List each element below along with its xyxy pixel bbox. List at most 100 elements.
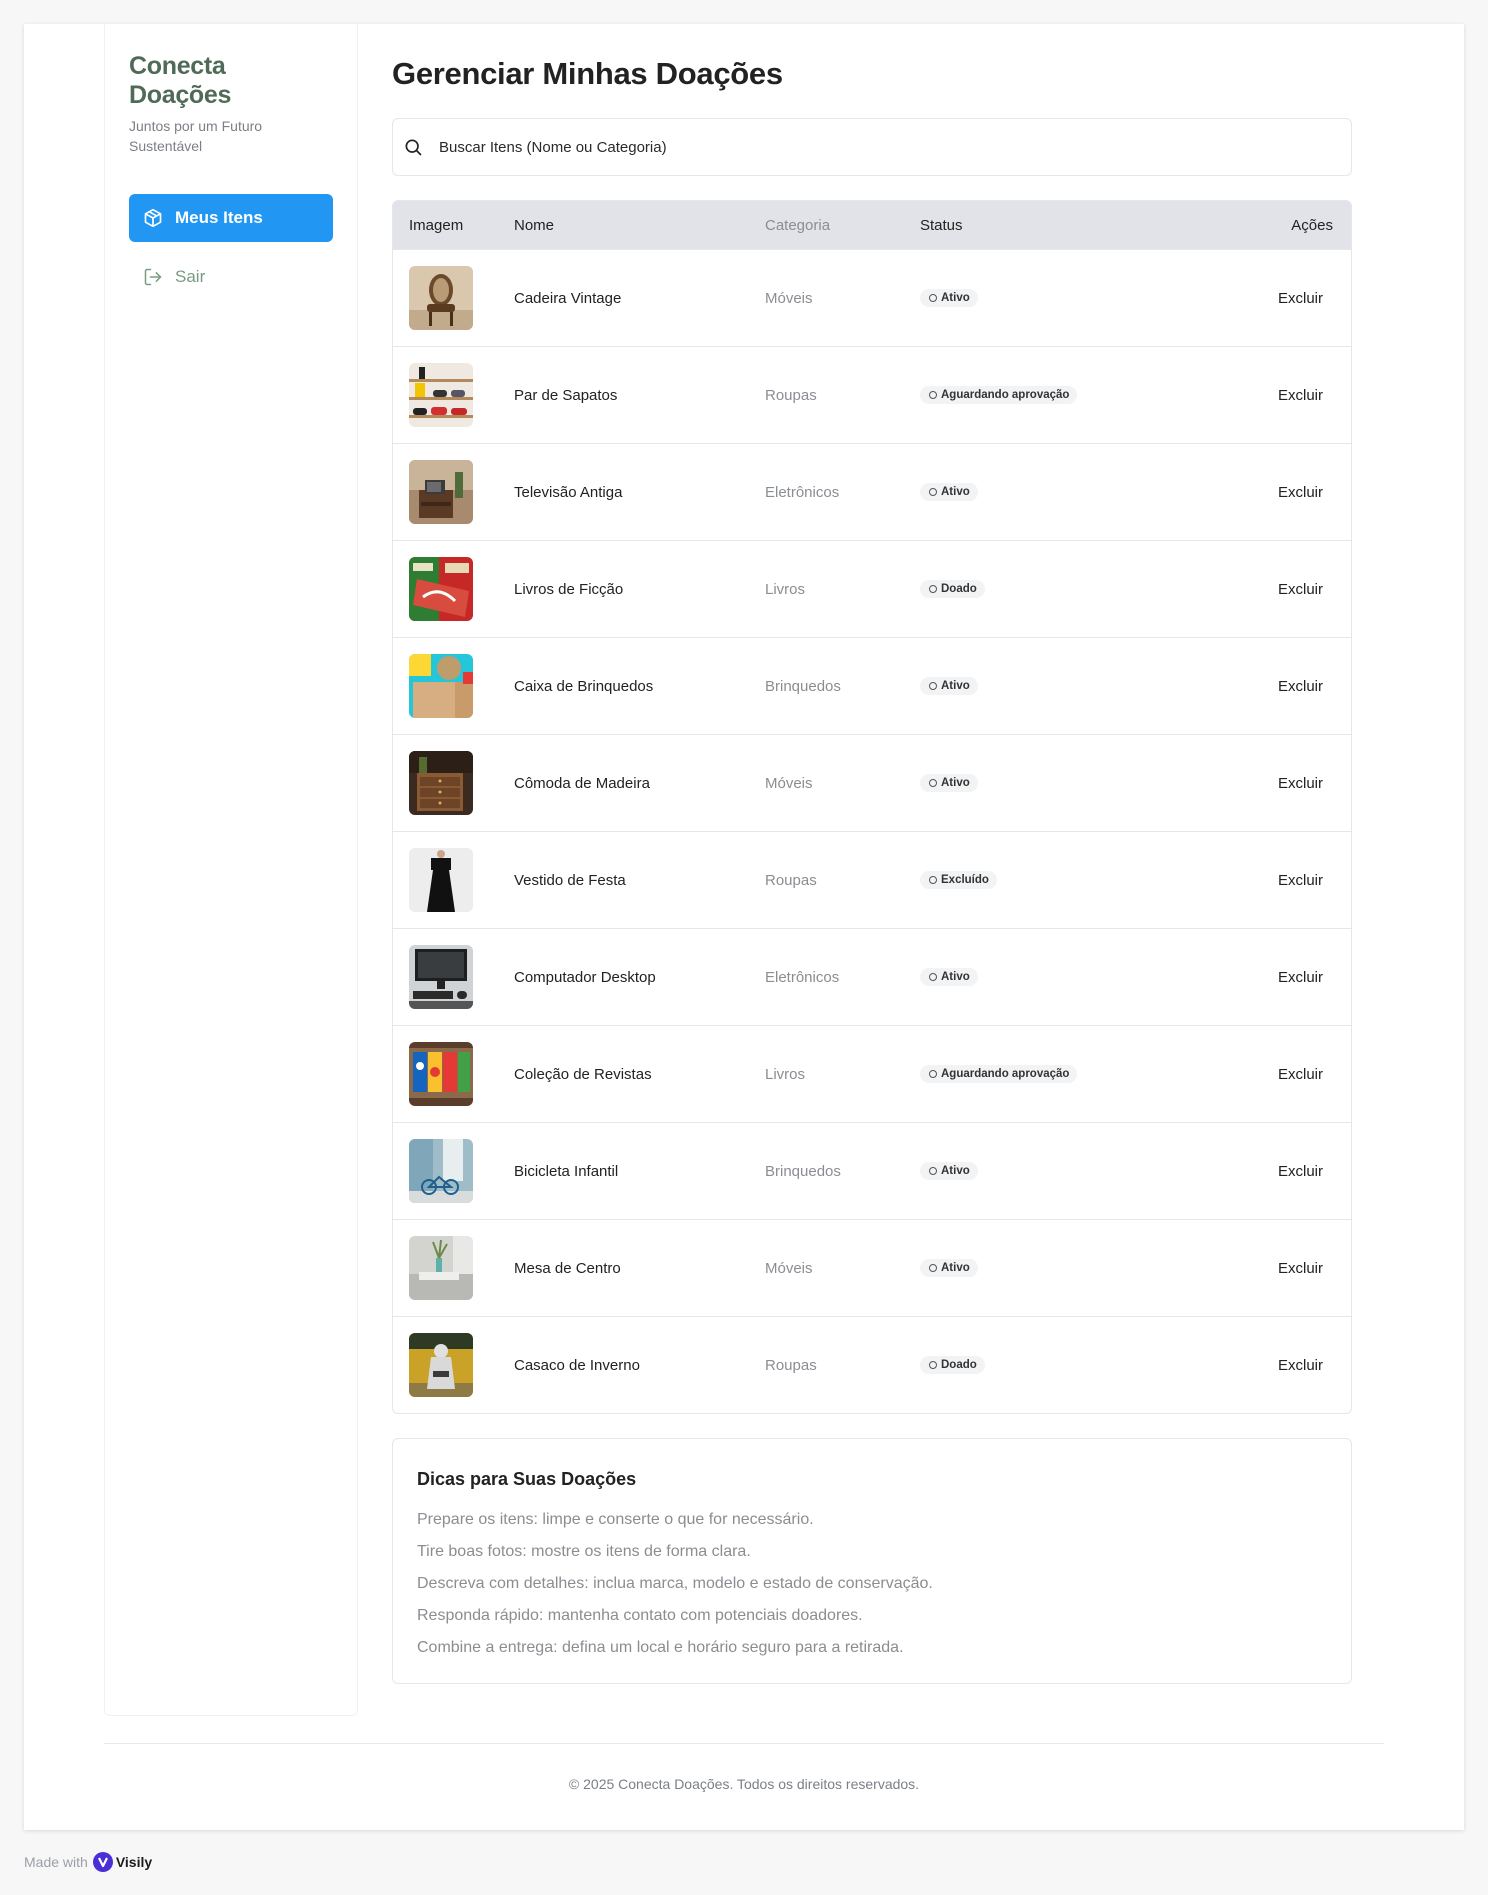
cell-image	[393, 1236, 514, 1300]
box-icon	[144, 208, 162, 228]
status-label: Excluído	[941, 874, 989, 886]
delete-button[interactable]: Excluir	[1180, 1163, 1351, 1180]
cell-category: Livros	[765, 580, 806, 598]
tip-item: Combine a entrega: defina um local e hor…	[417, 1639, 904, 1656]
status-badge: Excluído	[920, 871, 997, 889]
visily-logo-icon	[92, 1852, 113, 1872]
cell-name: Caixa de Brinquedos	[514, 677, 654, 695]
status-label: Ativo	[941, 486, 970, 498]
status-badge: Doado	[920, 580, 985, 598]
table-row: Cadeira Vintage Móveis Ativo Excluir	[393, 249, 1351, 346]
sidebar-item-label: Meus Itens	[175, 208, 263, 227]
cell-image	[393, 1139, 514, 1203]
sidebar-item-sair[interactable]: Sair	[129, 262, 333, 292]
cell-category: Eletrônicos	[765, 483, 840, 501]
cell-image	[393, 945, 514, 1009]
status-dot-icon	[929, 682, 937, 690]
cell-status: Ativo	[920, 483, 1180, 501]
cell-image	[393, 654, 514, 718]
item-thumbnail	[409, 751, 473, 815]
delete-button[interactable]: Excluir	[1180, 484, 1351, 501]
table-row: Cômoda de Madeira Móveis Ativo Excluir	[393, 734, 1351, 831]
footer-divider	[104, 1743, 1384, 1744]
status-badge: Ativo	[920, 968, 978, 986]
cell-status: Doado	[920, 1356, 1180, 1374]
table-row: Vestido de Festa Roupas Excluído Excluir	[393, 831, 1351, 928]
status-badge: Ativo	[920, 774, 978, 792]
cell-image	[393, 751, 514, 815]
item-thumbnail	[409, 654, 473, 718]
table-row: Livros de Ficção Livros Doado Excluir	[393, 540, 1351, 637]
cell-category: Brinquedos	[765, 677, 841, 695]
table-row: Par de Sapatos Roupas Aguardando aprovação…	[393, 346, 1351, 443]
item-thumbnail	[409, 557, 473, 621]
status-dot-icon	[929, 585, 937, 593]
status-label: Doado	[941, 583, 977, 595]
item-thumbnail	[409, 1139, 473, 1203]
tips-list: Prepare os itens: limpe e conserte o que…	[417, 1504, 1327, 1664]
cell-category: Roupas	[765, 386, 817, 404]
delete-button[interactable]: Excluir	[1180, 1357, 1351, 1374]
cell-image	[393, 557, 514, 621]
footer-copyright: © 2025 Conecta Doações. Todos os direito…	[568, 1776, 920, 1792]
tips-card: Dicas para Suas Doações Prepare os itens…	[392, 1438, 1352, 1684]
status-dot-icon	[929, 391, 937, 399]
search-box[interactable]	[392, 118, 1352, 176]
delete-button[interactable]: Excluir	[1180, 969, 1351, 986]
sidebar: Conecta Doações Juntos por um Futuro Sus…	[104, 24, 358, 1716]
status-label: Doado	[941, 1359, 977, 1371]
status-dot-icon	[929, 973, 937, 981]
table-body: Cadeira Vintage Móveis Ativo Excluir Par de …	[393, 249, 1351, 1413]
delete-button[interactable]: Excluir	[1180, 290, 1351, 307]
sidebar-item-meus-itens[interactable]: Meus Itens	[129, 194, 333, 242]
main-content: Gerenciar Minhas Doações Imagem Nome Cat…	[392, 56, 1352, 1684]
delete-button[interactable]: Excluir	[1180, 581, 1351, 598]
cell-name: Bicicleta Infantil	[514, 1162, 619, 1180]
status-dot-icon	[929, 294, 937, 302]
cell-status: Ativo	[920, 968, 1180, 986]
header-category: Categoria	[765, 216, 831, 234]
brand-title: Conecta Doações	[129, 52, 232, 109]
table-row: Bicicleta Infantil Brinquedos Ativo Excluir	[393, 1122, 1351, 1219]
status-dot-icon	[929, 779, 937, 787]
status-label: Ativo	[941, 292, 970, 304]
table-row: Televisão Antiga Eletrônicos Ativo Excluir	[393, 443, 1351, 540]
table-row: Computador Desktop Eletrônicos Ativo Exclui…	[393, 928, 1351, 1025]
status-label: Ativo	[941, 680, 970, 692]
table-row: Coleção de Revistas Livros Aguardando apro…	[393, 1025, 1351, 1122]
status-dot-icon	[929, 1167, 937, 1175]
status-label: Aguardando aprovação	[941, 1068, 1070, 1080]
cell-category: Livros	[765, 1065, 806, 1083]
cell-name: Mesa de Centro	[514, 1259, 621, 1277]
search-icon	[405, 139, 422, 156]
delete-button[interactable]: Excluir	[1180, 678, 1351, 695]
status-badge: Aguardando aprovação	[920, 386, 1078, 404]
cell-image	[393, 1042, 514, 1106]
item-thumbnail	[409, 848, 473, 912]
search-input[interactable]	[439, 138, 1239, 156]
table-row: Mesa de Centro Móveis Ativo Excluir	[393, 1219, 1351, 1316]
cell-name: Computador Desktop	[514, 968, 656, 986]
delete-button[interactable]: Excluir	[1180, 387, 1351, 404]
cell-status: Excluído	[920, 871, 1180, 889]
status-label: Ativo	[941, 1262, 970, 1274]
made-with-badge[interactable]: Made with Visily	[24, 1852, 152, 1872]
made-with-text: Made with	[24, 1854, 88, 1870]
cell-name: Vestido de Festa	[514, 871, 626, 889]
page-title: Gerenciar Minhas Doações	[392, 56, 783, 91]
cell-status: Aguardando aprovação	[920, 386, 1180, 404]
status-badge: Ativo	[920, 289, 978, 307]
delete-button[interactable]: Excluir	[1180, 775, 1351, 792]
cell-category: Brinquedos	[765, 1162, 841, 1180]
item-thumbnail	[409, 1333, 473, 1397]
item-thumbnail	[409, 460, 473, 524]
cell-name: Cômoda de Madeira	[514, 774, 650, 792]
cell-category: Móveis	[765, 1259, 813, 1277]
delete-button[interactable]: Excluir	[1180, 1260, 1351, 1277]
status-dot-icon	[929, 488, 937, 496]
delete-button[interactable]: Excluir	[1180, 1066, 1351, 1083]
brand-tagline: Juntos por um Futuro Sustentável	[129, 118, 263, 154]
delete-button[interactable]: Excluir	[1180, 872, 1351, 889]
cell-name: Coleção de Revistas	[514, 1065, 652, 1083]
cell-image	[393, 363, 514, 427]
